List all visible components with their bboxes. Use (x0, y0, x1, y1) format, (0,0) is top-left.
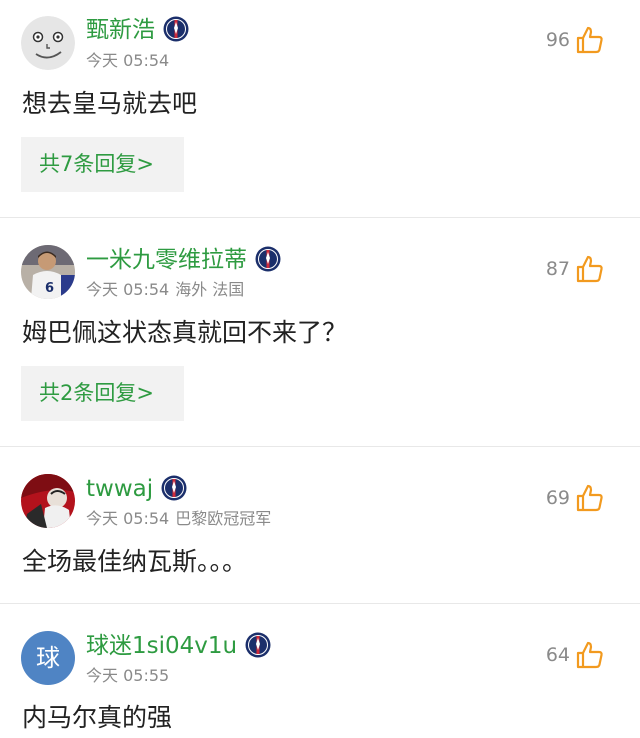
comment-meta: 今天 05:54 海外 法国 (86, 280, 244, 300)
comment-time: 今天 05:55 (86, 666, 170, 685)
comment-time: 今天 05:54 (86, 509, 170, 528)
like-count: 69 (545, 487, 570, 509)
psg-badge-icon (161, 475, 187, 501)
like-count: 96 (545, 29, 570, 51)
comment-location: 海外 法国 (175, 280, 245, 299)
username[interactable]: 球迷1si04v1u (86, 632, 271, 660)
comment-meta: 今天 05:55 (86, 666, 169, 686)
comment-time: 今天 05:54 (86, 51, 170, 70)
comment-meta: 今天 05:54 巴黎欧冠冠军 (86, 509, 271, 529)
comment-item: 球 球迷1si04v1u 今天 05:55 64 内马尔真的强 (0, 604, 640, 738)
like-button[interactable]: 96 (546, 25, 604, 55)
comment-time: 今天 05:54 (86, 280, 170, 299)
thumbs-up-icon (576, 26, 603, 54)
avatar[interactable] (21, 474, 75, 528)
thumbs-up-icon (576, 255, 603, 283)
like-count: 87 (545, 258, 570, 280)
psg-badge-icon (255, 246, 281, 272)
comment-item: twwaj 今天 05:54 巴黎欧冠冠军 69 全场最佳纳瓦斯。。。 (0, 447, 640, 604)
comment-text: 内马尔真的强 (22, 703, 173, 732)
avatar-letter: 球 (36, 644, 60, 672)
avatar[interactable]: 球 (21, 631, 75, 685)
comment-meta: 今天 05:54 (86, 51, 169, 71)
thumbs-up-icon (576, 484, 603, 512)
like-button[interactable]: 64 (546, 640, 604, 670)
like-button[interactable]: 87 (546, 254, 604, 284)
username[interactable]: 一米九零维拉蒂 (86, 246, 281, 274)
username[interactable]: twwaj (86, 475, 187, 503)
psg-badge-icon (163, 16, 189, 42)
view-replies-button[interactable]: 共7条回复> (21, 137, 184, 192)
like-count: 64 (545, 644, 570, 666)
avatar[interactable] (21, 16, 75, 70)
comment-item: 6 一米九零维拉蒂 今天 05:54 海外 法国 87 姆巴佩这状态真就回不来了？… (0, 218, 640, 447)
comment-team-label: 巴黎欧冠冠军 (175, 509, 272, 528)
svg-text:6: 6 (45, 281, 54, 296)
view-replies-button[interactable]: 共2条回复> (21, 366, 184, 421)
thumbs-up-icon (576, 641, 603, 669)
psg-badge-icon (245, 632, 271, 658)
comment-text: 想去皇马就去吧 (22, 89, 198, 118)
username[interactable]: 甄新浩 (86, 16, 189, 44)
comment-text: 全场最佳纳瓦斯。。。 (22, 547, 248, 576)
avatar[interactable]: 6 (21, 245, 75, 299)
comment-text: 姆巴佩这状态真就回不来了？ (22, 318, 348, 347)
comment-item: 甄新浩 今天 05:54 96 想去皇马就去吧 共7条回复> (0, 0, 640, 218)
like-button[interactable]: 69 (546, 483, 604, 513)
